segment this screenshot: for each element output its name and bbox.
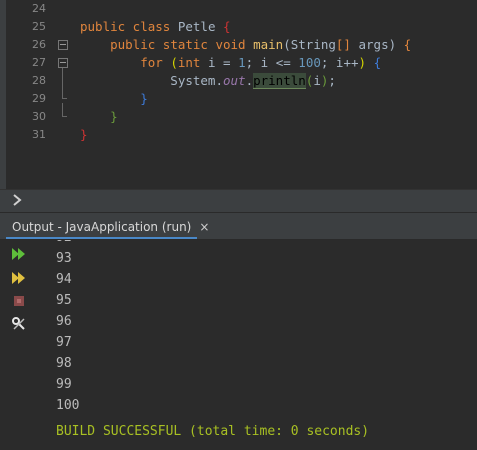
chevron-right-icon[interactable]	[10, 193, 24, 207]
line-number: 31	[32, 128, 46, 141]
fold-guide	[62, 68, 63, 98]
active-tab-indicator	[6, 237, 197, 239]
code-line: 27 for (int i = 1; i <= 100; i++) {	[0, 54, 477, 72]
console-line: 96	[56, 314, 72, 329]
code-text: }	[140, 91, 148, 106]
console-line: 94	[56, 272, 72, 287]
code-line: 28 System.out.println(i);	[0, 72, 477, 90]
output-panel: Output - JavaApplication (run) × 9293949…	[0, 213, 477, 450]
console-line: 92	[56, 240, 72, 248]
fold-guide	[62, 103, 63, 116]
fold-end-marker	[62, 98, 67, 99]
line-number: 25	[32, 20, 46, 33]
fold-toggle-icon[interactable]	[58, 40, 68, 50]
output-toolbar	[0, 240, 38, 450]
line-number: 29	[32, 92, 46, 105]
fold-end-marker	[62, 116, 67, 117]
code-text: System.out.println(i);	[80, 73, 336, 89]
line-number: 30	[32, 110, 46, 123]
console-line: 95	[56, 293, 72, 308]
stop-icon[interactable]	[11, 293, 27, 309]
code-text: public class Petle {	[80, 19, 231, 34]
code-line: 25 public class Petle {	[0, 18, 477, 36]
line-number: 28	[32, 74, 46, 87]
code-text: for (int i = 1; i <= 100; i++) {	[140, 55, 382, 70]
output-tab-label: Output - JavaApplication (run)	[12, 220, 192, 234]
settings-icon[interactable]	[11, 316, 27, 332]
close-icon[interactable]: ×	[199, 220, 209, 234]
line-number: 24	[32, 2, 46, 15]
code-line: 30 }	[0, 108, 477, 126]
code-text: }	[80, 127, 88, 142]
fold-toggle-icon[interactable]	[58, 58, 68, 68]
code-text: public static void main(String[] args) {	[110, 37, 412, 52]
build-status: BUILD SUCCESSFUL (total time: 0 seconds)	[56, 424, 370, 439]
console-line: 97	[56, 335, 72, 350]
code-editor[interactable]: 24 25 public class Petle { 26 public static…	[0, 0, 477, 189]
code-line: 31}	[0, 126, 477, 144]
console-line: 99	[56, 377, 72, 392]
console-line: 98	[56, 356, 72, 371]
rerun-with-options-icon[interactable]	[11, 270, 27, 286]
code-line: 29 }	[0, 90, 477, 108]
line-number: 26	[32, 38, 46, 51]
code-text: }	[110, 109, 118, 124]
code-line: 24	[0, 0, 477, 18]
rerun-icon[interactable]	[11, 246, 27, 262]
console-line: 100	[56, 398, 80, 413]
line-number: 27	[32, 56, 46, 69]
editor-breadcrumb-bar	[0, 189, 477, 213]
output-tab[interactable]: Output - JavaApplication (run) ×	[6, 217, 215, 237]
code-line: 26 public static void main(String[] args…	[0, 36, 477, 54]
console-output[interactable]: 92 93 94 95 96 97 98 99 100 BUILD SUCCESSFUL (to…	[38, 240, 477, 450]
output-tab-row: Output - JavaApplication (run) ×	[0, 213, 477, 240]
console-line: 93	[56, 251, 72, 266]
